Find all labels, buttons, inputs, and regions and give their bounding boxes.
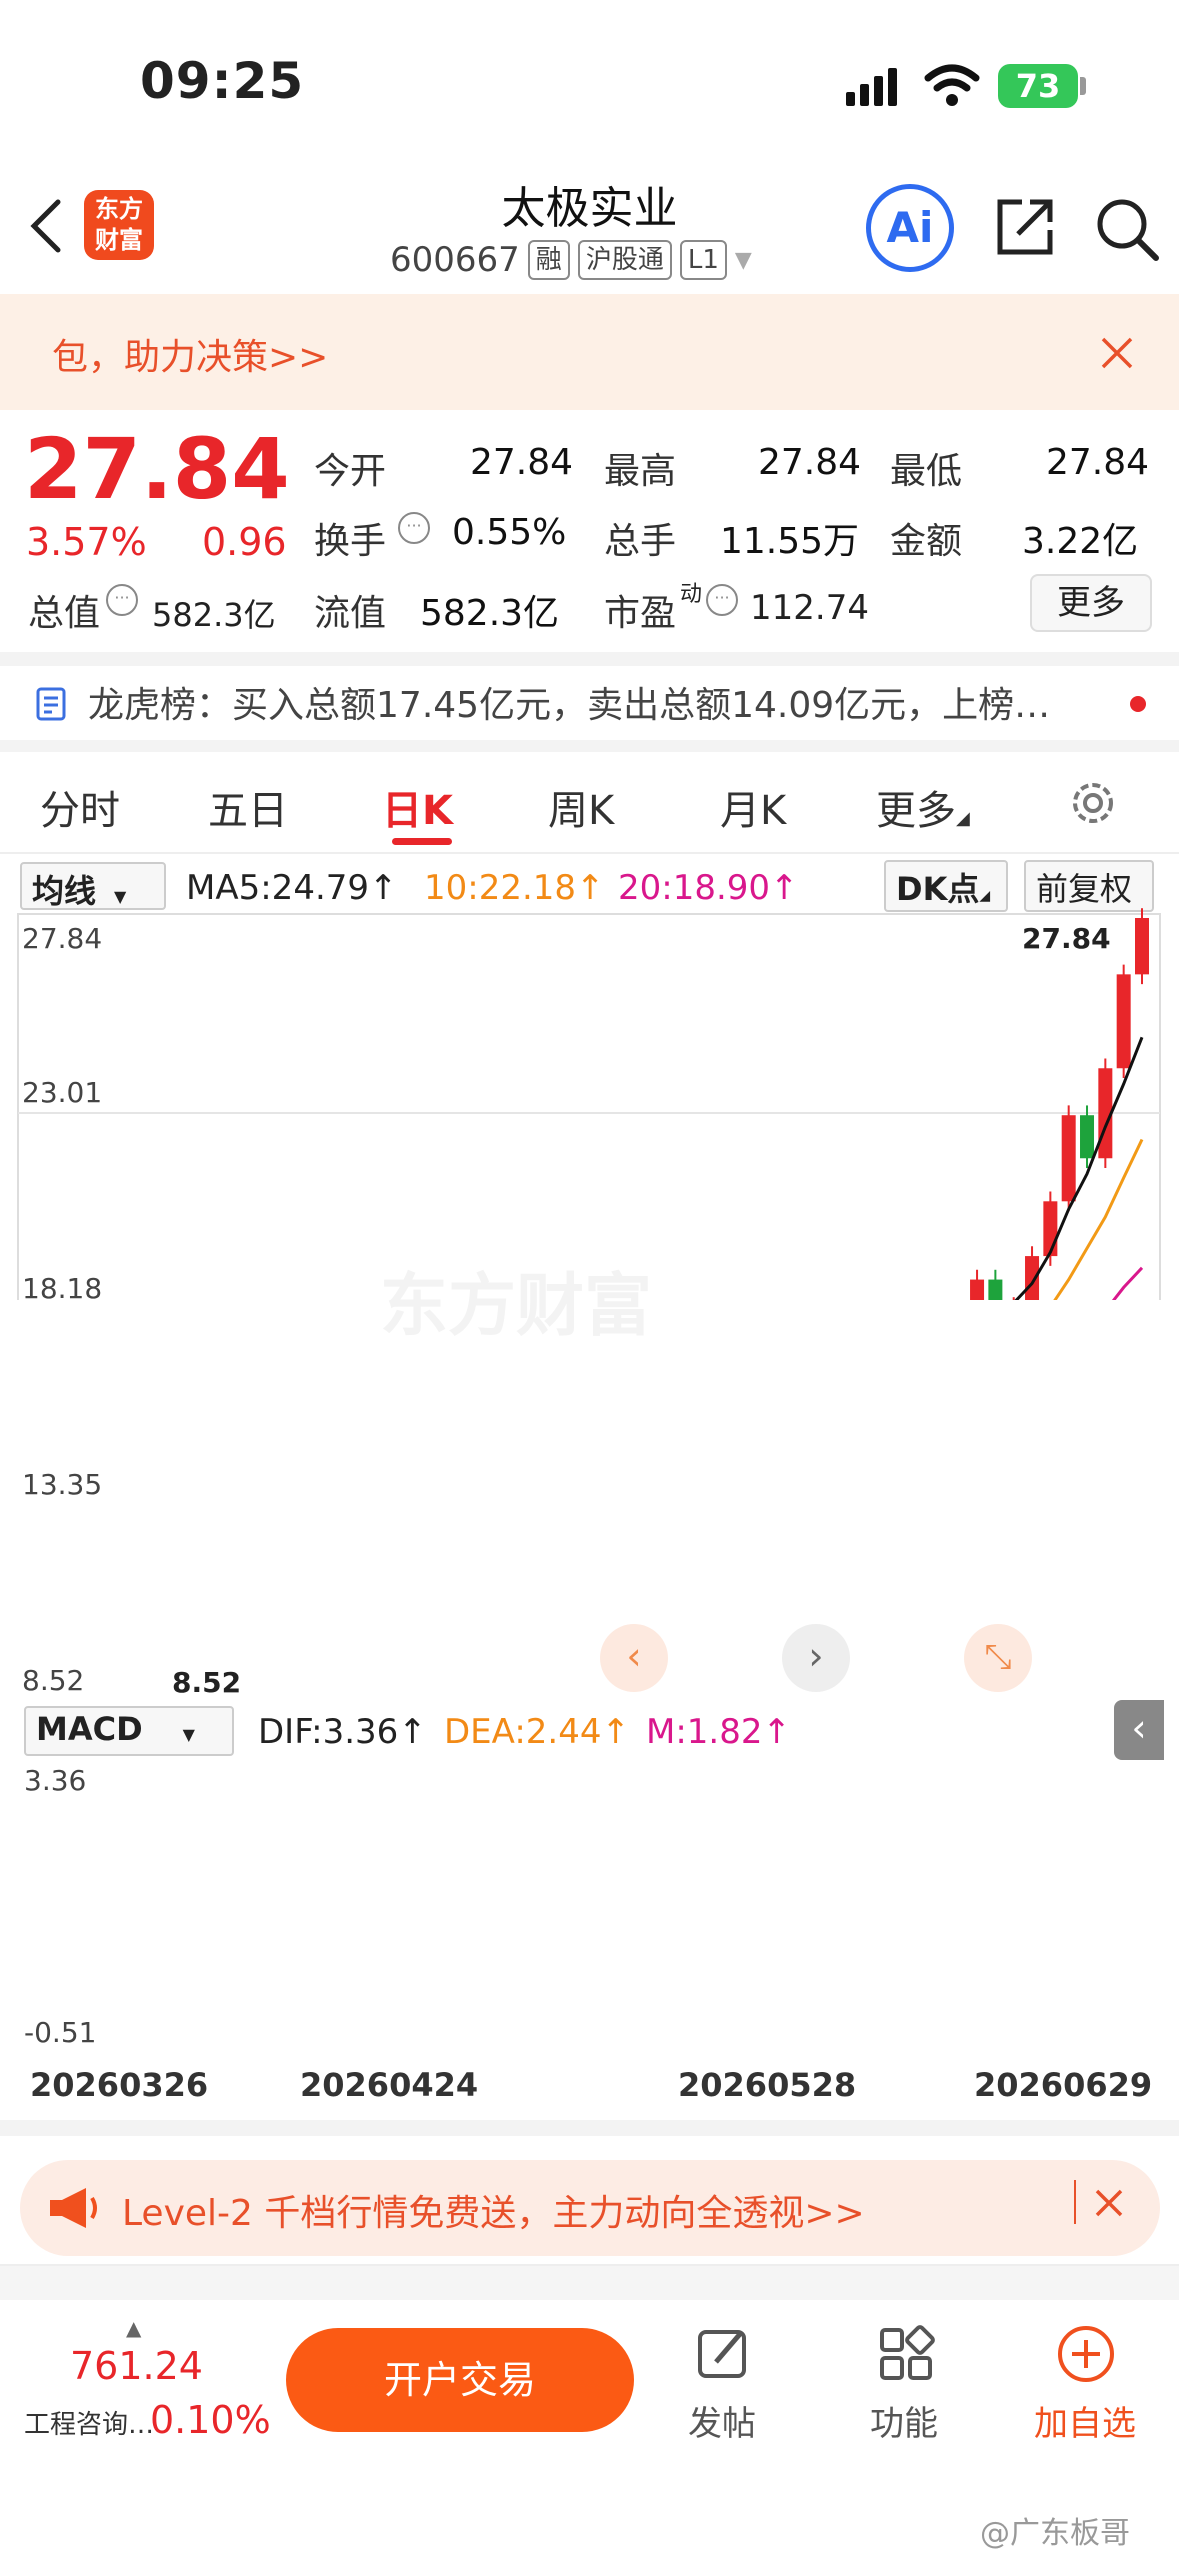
chart-left-button[interactable]: ‹ bbox=[600, 1624, 668, 1692]
y-tick-4: 8.52 bbox=[22, 1664, 85, 1697]
y-tick-0: 27.84 bbox=[22, 922, 103, 955]
expand-icon[interactable]: ⤡ bbox=[964, 1624, 1032, 1692]
close-icon[interactable] bbox=[1094, 2188, 1124, 2218]
candle-body bbox=[1116, 974, 1131, 1069]
date-label-2: 20260528 bbox=[678, 2066, 857, 2104]
index-name[interactable]: 工程咨询… bbox=[24, 2404, 154, 2441]
chart-right-button[interactable]: › bbox=[782, 1624, 850, 1692]
dif-value: DIF:3.36↑ bbox=[258, 1712, 427, 1752]
y-tick-2: 18.18 bbox=[22, 1272, 103, 1305]
candle-body bbox=[1135, 918, 1149, 975]
macd-top-label: 3.36 bbox=[24, 1764, 87, 1797]
candle-body bbox=[1080, 1115, 1095, 1159]
candle-body bbox=[970, 1279, 985, 1300]
macd-bottom-label: -0.51 bbox=[24, 2016, 97, 2049]
date-label-1: 20260424 bbox=[300, 2066, 479, 2104]
index-value: 761.24 bbox=[70, 2344, 203, 2388]
dea-value: DEA:2.44↑ bbox=[444, 1712, 630, 1752]
add-watchlist-button[interactable]: 加自选 bbox=[1034, 2396, 1136, 2445]
candle-body bbox=[1043, 1201, 1058, 1257]
collapse-panel-button[interactable]: ‹ bbox=[1114, 1700, 1164, 1760]
edit-icon bbox=[698, 2330, 746, 2378]
post-button[interactable]: 发帖 bbox=[688, 2396, 756, 2445]
date-label-3: 20260629 bbox=[974, 2066, 1153, 2104]
max-price-label: 27.84 bbox=[1022, 922, 1111, 955]
function-grid-icon bbox=[880, 2325, 935, 2380]
macd-selector-label: MACD bbox=[36, 1710, 143, 1748]
candle-body bbox=[988, 1279, 1003, 1300]
level2-promo-text: Level-2 千档行情免费送，主力动向全透视>> bbox=[122, 2193, 865, 2234]
candle-body bbox=[1061, 1115, 1076, 1202]
kchart-frame bbox=[17, 913, 1161, 1300]
min-price-label: 8.52 bbox=[172, 1666, 242, 1699]
promo-divider bbox=[1074, 2180, 1076, 2224]
open-account-button[interactable]: 开户交易 bbox=[286, 2328, 634, 2432]
index-pct: 0.10% bbox=[150, 2398, 271, 2442]
date-label-0: 20260326 bbox=[30, 2066, 209, 2104]
y-tick-3: 13.35 bbox=[22, 1468, 103, 1501]
watermark-text: @广东板哥 bbox=[980, 2516, 1130, 2551]
caret-up-icon: ▲ bbox=[126, 2316, 142, 2340]
add-circle-icon bbox=[1058, 2326, 1114, 2382]
y-tick-1: 23.01 bbox=[22, 1076, 103, 1109]
megaphone-icon bbox=[50, 2188, 97, 2228]
m-value: M:1.82↑ bbox=[646, 1712, 791, 1752]
select-arrow-icon: ▼ bbox=[182, 1725, 195, 1744]
candlestick-chart[interactable] bbox=[0, 0, 1179, 1300]
function-button[interactable]: 功能 bbox=[870, 2396, 938, 2445]
watermark-logo: 东方财富 bbox=[380, 1267, 653, 1346]
divider-3 bbox=[0, 2120, 1179, 2136]
macd-select[interactable]: MACD ▼ bbox=[24, 1706, 234, 1756]
